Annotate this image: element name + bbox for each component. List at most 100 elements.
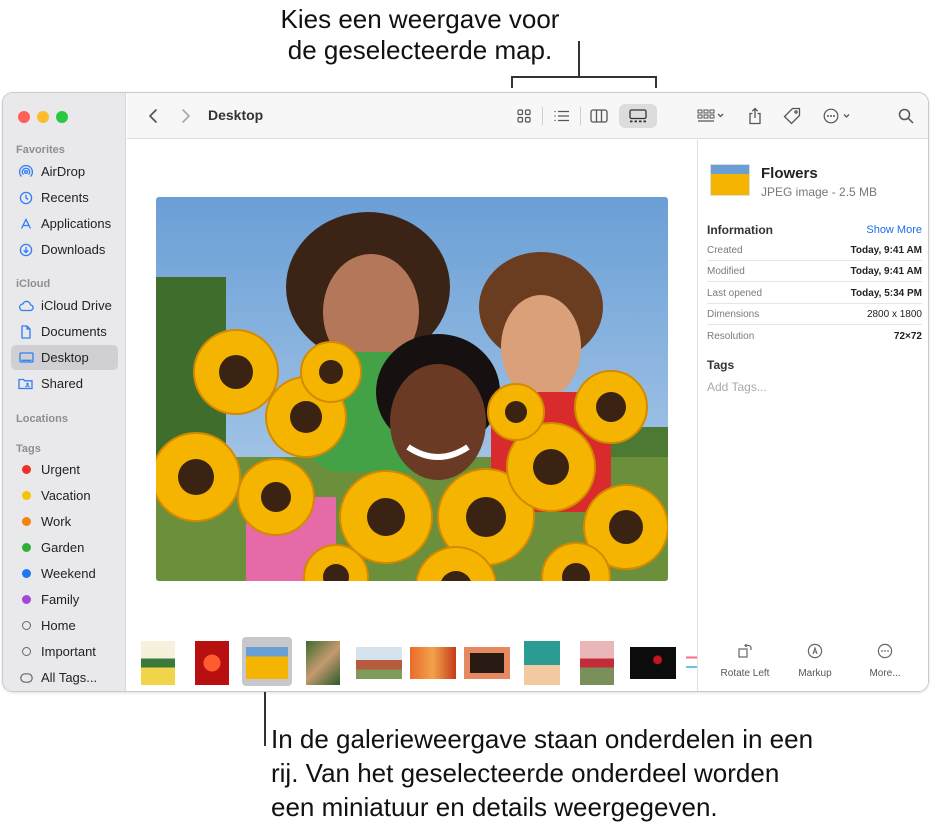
- sidebar-item-label: Documents: [41, 324, 107, 339]
- finder-window: Favorites AirDrop Recents Applications D…: [2, 92, 929, 692]
- gallery-thumbnail[interactable]: [524, 641, 560, 685]
- sidebar-item-desktop[interactable]: Desktop: [11, 345, 118, 370]
- info-row-modified: Modified Today, 9:41 AM: [707, 261, 922, 282]
- tag-button[interactable]: [781, 104, 803, 128]
- sidebar-item-downloads[interactable]: Downloads: [11, 237, 118, 262]
- info-row-dimensions: Dimensions 2800 x 1800: [707, 304, 922, 325]
- gallery-view-button[interactable]: [619, 104, 657, 128]
- minimize-button[interactable]: [37, 111, 49, 123]
- callout-bottom-connector: [264, 690, 266, 746]
- icon-view-button[interactable]: [510, 104, 538, 128]
- zoom-button[interactable]: [56, 111, 68, 123]
- close-button[interactable]: [18, 111, 30, 123]
- sidebar-item-label: Urgent: [41, 462, 81, 477]
- view-separator: [542, 107, 543, 125]
- info-row-resolution: Resolution 72×72: [707, 331, 922, 342]
- window-controls: [18, 111, 68, 123]
- show-more-link[interactable]: Show More: [866, 224, 922, 236]
- tags-heading: Tags: [707, 358, 735, 372]
- sidebar-item-label: AirDrop: [41, 164, 86, 179]
- tag-blue-dot-icon: [21, 569, 31, 578]
- sidebar-item-airdrop[interactable]: AirDrop: [11, 159, 118, 184]
- sidebar-tag-garden[interactable]: Garden: [11, 535, 118, 560]
- gallery-content: [127, 140, 697, 691]
- callout-bottom-line-3: een miniatuur en details weergegeven.: [271, 792, 718, 822]
- sidebar-item-label: All Tags...: [41, 670, 98, 685]
- list-icon: [554, 110, 569, 122]
- callout-gallery-view: In de galerieweergave staan onderdelen i…: [271, 722, 911, 824]
- sidebar-tag-family[interactable]: Family: [11, 587, 118, 612]
- gallery-thumbnail[interactable]: [306, 641, 340, 685]
- gallery-thumbnail[interactable]: [246, 647, 288, 679]
- sidebar-item-label: Garden: [41, 540, 85, 555]
- window-title: Desktop: [208, 107, 264, 123]
- group-by-menu-button[interactable]: [693, 104, 729, 128]
- group-icon: [697, 109, 724, 122]
- gallery-thumbnail[interactable]: [686, 647, 697, 679]
- search-icon: [898, 108, 914, 124]
- clock-icon: [18, 190, 34, 206]
- sidebar-item-label: Work: [41, 514, 72, 529]
- sidebar-tag-important[interactable]: Important: [11, 639, 118, 664]
- inspector-pane: Flowers JPEG image - 2.5 MB Information …: [697, 140, 928, 691]
- gallery-thumbnail[interactable]: [410, 647, 456, 679]
- file-kind-size: JPEG image - 2.5 MB: [761, 185, 878, 199]
- forward-button[interactable]: [176, 104, 196, 128]
- tag-ring-icon: [21, 621, 31, 630]
- gallery-thumbnail[interactable]: [356, 647, 402, 679]
- gallery-thumbnail[interactable]: [464, 647, 510, 679]
- sidebar-item-label: iCloud Drive: [41, 298, 112, 313]
- sidebar-tag-all-tags[interactable]: All Tags...: [11, 665, 118, 690]
- callout-top-line-1: Kies een weergave voor: [280, 4, 560, 34]
- sidebar-item-recents[interactable]: Recents: [11, 185, 118, 210]
- desktop-icon: [18, 350, 34, 366]
- back-button[interactable]: [143, 104, 163, 128]
- sidebar-item-documents[interactable]: Documents: [11, 319, 118, 344]
- action-menu-button[interactable]: [820, 104, 856, 128]
- sidebar-item-label: Recents: [41, 190, 89, 205]
- preview-image[interactable]: [156, 197, 668, 581]
- tag-ring-icon: [21, 647, 31, 656]
- sidebar-tag-home[interactable]: Home: [11, 613, 118, 638]
- column-view-button[interactable]: [585, 104, 613, 128]
- rotate-left-button[interactable]: Rotate Left: [710, 640, 780, 679]
- callout-top-line-2: de geselecteerde map.: [287, 35, 553, 65]
- gallery-icon: [629, 109, 647, 123]
- markup-button[interactable]: Markup: [780, 640, 850, 679]
- sidebar-tag-urgent[interactable]: Urgent: [11, 457, 118, 482]
- gallery-thumbnail[interactable]: [195, 641, 229, 685]
- more-actions-button[interactable]: More...: [850, 640, 920, 679]
- sidebar-item-shared[interactable]: Shared: [11, 371, 118, 396]
- shared-folder-icon: [18, 376, 34, 392]
- sidebar: Favorites AirDrop Recents Applications D…: [3, 93, 126, 691]
- sidebar-tag-work[interactable]: Work: [11, 509, 118, 534]
- tag-red-dot-icon: [21, 465, 31, 474]
- sidebar-tag-vacation[interactable]: Vacation: [11, 483, 118, 508]
- callout-top-connector: [578, 41, 580, 77]
- rotate-left-icon: [710, 640, 780, 662]
- airdrop-icon: [18, 164, 34, 180]
- file-name: Flowers: [761, 165, 818, 182]
- sidebar-tag-weekend[interactable]: Weekend: [11, 561, 118, 586]
- all-tags-icon: [18, 670, 34, 686]
- chevron-left-icon: [149, 109, 157, 123]
- sidebar-item-applications[interactable]: Applications: [11, 211, 118, 236]
- add-tags-field[interactable]: Add Tags...: [707, 380, 767, 394]
- grid-icon: [517, 109, 531, 123]
- sidebar-item-label: Shared: [41, 376, 83, 391]
- sidebar-item-icloud-drive[interactable]: iCloud Drive: [11, 293, 118, 318]
- more-icon: [850, 640, 920, 662]
- share-button[interactable]: [745, 104, 765, 128]
- gallery-thumbnail[interactable]: [141, 641, 175, 685]
- applications-icon: [18, 216, 34, 232]
- gallery-thumbnail[interactable]: [630, 647, 676, 679]
- locations-section-label: Locations: [16, 413, 68, 425]
- tag-green-dot-icon: [21, 543, 31, 552]
- callout-bottom-line-2: rij. Van het geselecteerde onderdeel wor…: [271, 758, 780, 788]
- icloud-section-label: iCloud: [16, 278, 51, 290]
- columns-icon: [590, 109, 608, 123]
- list-view-button[interactable]: [547, 104, 575, 128]
- sidebar-item-label: Family: [41, 592, 80, 607]
- gallery-thumbnail[interactable]: [580, 641, 614, 685]
- search-button[interactable]: [895, 104, 917, 128]
